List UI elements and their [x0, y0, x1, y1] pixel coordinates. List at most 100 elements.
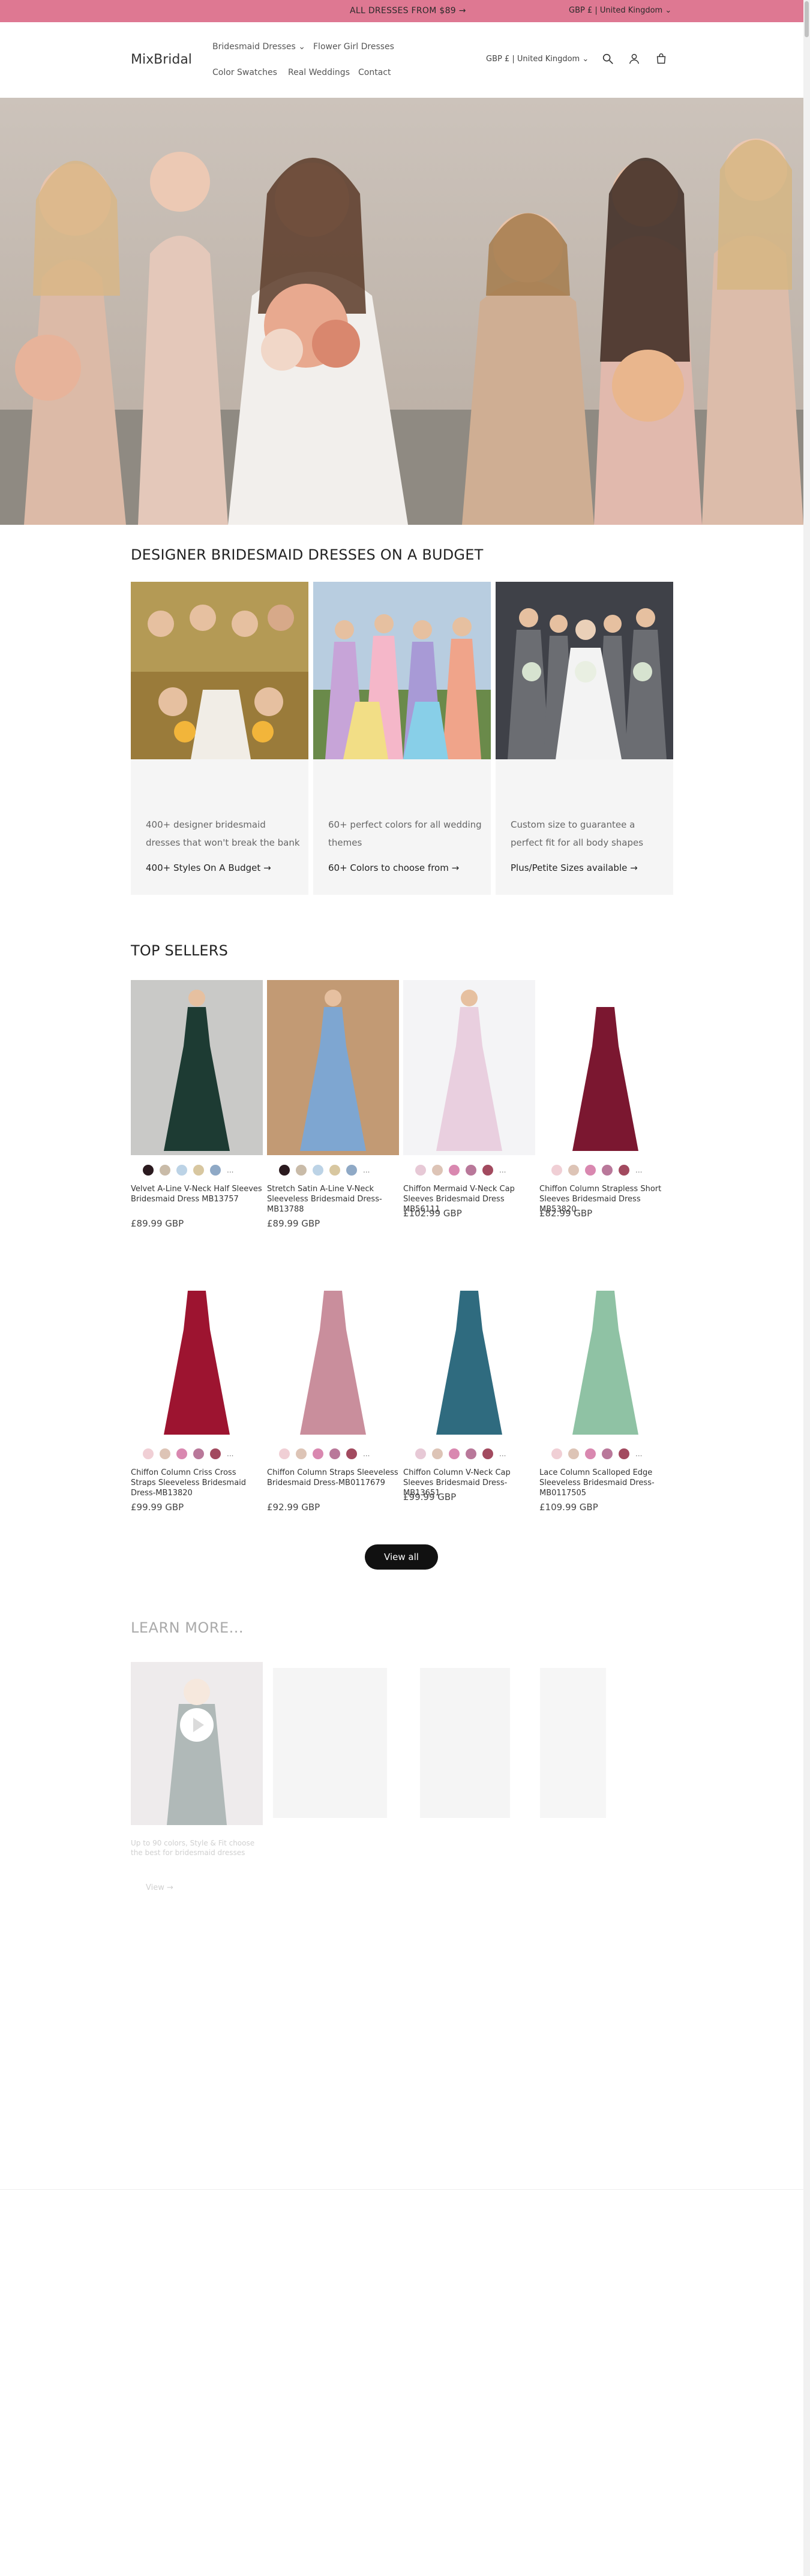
color-swatch[interactable]	[432, 1448, 443, 1459]
product-price: £89.99 GBP	[267, 1218, 320, 1229]
product-image[interactable]	[403, 1264, 535, 1439]
color-swatch[interactable]	[449, 1164, 460, 1176]
color-swatch[interactable]	[296, 1164, 307, 1176]
product-card[interactable]: ... Chiffon Column Straps Sleeveless Brid…	[267, 1264, 399, 1516]
announcement-link[interactable]: ALL DRESSES FROM $89 →	[350, 6, 466, 16]
product-image[interactable]	[539, 980, 671, 1155]
nav-bridesmaid-dresses[interactable]: Bridesmaid Dresses ⌄	[212, 42, 305, 52]
top-sellers-title: TOP SELLERS	[131, 942, 229, 959]
color-swatch[interactable]	[296, 1448, 307, 1459]
product-card[interactable]: ... Chiffon Column Strapless Short Sleeve…	[539, 980, 671, 1232]
color-swatch[interactable]	[466, 1448, 476, 1459]
product-card[interactable]: ... Chiffon Column Criss Cross Straps Sle…	[131, 1264, 263, 1516]
learn-more-video[interactable]	[131, 1662, 263, 1825]
color-swatch[interactable]	[210, 1448, 221, 1459]
budget-card-sizes[interactable]: Custom size to guarantee a perfect fit f…	[496, 582, 673, 895]
product-image[interactable]	[539, 1264, 671, 1439]
color-swatch[interactable]	[602, 1448, 613, 1459]
product-image[interactable]	[267, 1264, 399, 1439]
color-swatch[interactable]	[346, 1448, 357, 1459]
budget-card-colors[interactable]: 60+ perfect colors for all wedding theme…	[313, 582, 491, 895]
more-colors-indicator[interactable]: ...	[635, 1166, 642, 1174]
color-swatch[interactable]	[346, 1164, 357, 1176]
color-swatch[interactable]	[329, 1164, 340, 1176]
product-card[interactable]: ... Chiffon Mermaid V-Neck Cap Sleeves Br…	[403, 980, 535, 1232]
color-swatch[interactable]	[551, 1448, 562, 1459]
color-swatch[interactable]	[466, 1164, 476, 1176]
search-icon[interactable]	[601, 52, 614, 65]
color-swatch[interactable]	[482, 1448, 493, 1459]
color-swatch[interactable]	[313, 1164, 323, 1176]
color-swatch[interactable]	[602, 1164, 613, 1176]
product-image[interactable]	[131, 980, 263, 1155]
logo[interactable]: MixBridal	[131, 52, 192, 67]
account-icon[interactable]	[628, 52, 641, 65]
color-swatch[interactable]	[432, 1164, 443, 1176]
product-card[interactable]: ... Velvet A-Line V-Neck Half Sleeves Bri…	[131, 980, 263, 1232]
product-card[interactable]: ... Chiffon Column V-Neck Cap Sleeves Bri…	[403, 1264, 535, 1516]
product-card[interactable]: ... Stretch Satin A-Line V-Neck Sleeveles…	[267, 980, 399, 1232]
nav-flower-girl-dresses[interactable]: Flower Girl Dresses	[313, 42, 394, 52]
nav-real-weddings[interactable]: Real Weddings	[288, 68, 350, 77]
more-colors-indicator[interactable]: ...	[635, 1450, 642, 1458]
more-colors-indicator[interactable]: ...	[363, 1166, 370, 1174]
view-all-button[interactable]: View all	[365, 1544, 438, 1570]
color-swatch[interactable]	[568, 1164, 579, 1176]
learn-more-view-link[interactable]: View →	[146, 1883, 173, 1892]
region-selector[interactable]: GBP £ | United Kingdom ⌄	[569, 6, 671, 15]
color-swatch[interactable]	[143, 1448, 154, 1459]
learn-more-title: LEARN MORE...	[131, 1619, 244, 1636]
color-swatch[interactable]	[619, 1164, 629, 1176]
product-image[interactable]	[403, 980, 535, 1155]
cart-icon[interactable]	[655, 52, 668, 65]
color-swatch[interactable]	[160, 1164, 170, 1176]
color-swatch[interactable]	[329, 1448, 340, 1459]
budget-card-image	[313, 582, 491, 759]
color-swatch[interactable]	[313, 1448, 323, 1459]
page: ALL DRESSES FROM $89 → GBP £ | United Ki…	[0, 0, 810, 2576]
more-colors-indicator[interactable]: ...	[227, 1450, 233, 1458]
color-swatch[interactable]	[551, 1164, 562, 1176]
budget-card-styles[interactable]: 400+ designer bridesmaid dresses that wo…	[131, 582, 308, 895]
more-colors-indicator[interactable]: ...	[499, 1450, 506, 1458]
color-swatch[interactable]	[619, 1448, 629, 1459]
more-colors-indicator[interactable]: ...	[227, 1166, 233, 1174]
budget-card-link[interactable]: 60+ Colors to choose from →	[328, 862, 459, 873]
color-swatch[interactable]	[482, 1164, 493, 1176]
nav-color-swatches[interactable]: Color Swatches	[212, 68, 277, 77]
color-swatch[interactable]	[210, 1164, 221, 1176]
color-swatch[interactable]	[279, 1448, 290, 1459]
color-swatch[interactable]	[415, 1448, 426, 1459]
color-swatch[interactable]	[193, 1448, 204, 1459]
product-title[interactable]: Chiffon Column Straps Sleeveless Bridesm…	[267, 1468, 399, 1488]
budget-card-link[interactable]: Plus/Petite Sizes available →	[511, 862, 638, 873]
product-image[interactable]	[131, 1264, 263, 1439]
product-title[interactable]: Stretch Satin A-Line V-Neck Sleeveless B…	[267, 1184, 399, 1215]
nav-contact[interactable]: Contact	[358, 68, 391, 77]
color-swatch[interactable]	[415, 1164, 426, 1176]
color-swatch[interactable]	[143, 1164, 154, 1176]
budget-card-link[interactable]: 400+ Styles On A Budget →	[146, 862, 271, 873]
product-title[interactable]: Lace Column Scalloped Edge Sleeveless Br…	[539, 1468, 671, 1498]
currency-selector[interactable]: GBP £ | United Kingdom ⌄	[486, 55, 589, 64]
color-swatch[interactable]	[585, 1164, 596, 1176]
product-title[interactable]: Chiffon Column Criss Cross Straps Sleeve…	[131, 1468, 263, 1498]
product-image[interactable]	[267, 980, 399, 1155]
color-swatch[interactable]	[160, 1448, 170, 1459]
more-colors-indicator[interactable]: ...	[363, 1450, 370, 1458]
color-swatch[interactable]	[193, 1164, 204, 1176]
color-swatch[interactable]	[176, 1164, 187, 1176]
scrollbar-thumb[interactable]	[805, 1, 809, 37]
product-title[interactable]: Velvet A-Line V-Neck Half Sleeves Brides…	[131, 1184, 263, 1204]
color-swatch[interactable]	[585, 1448, 596, 1459]
product-price: £102.99 GBP	[403, 1208, 462, 1219]
play-icon[interactable]	[179, 1707, 215, 1743]
hero-banner-image	[0, 98, 803, 525]
color-swatch[interactable]	[449, 1448, 460, 1459]
color-swatch[interactable]	[279, 1164, 290, 1176]
product-card[interactable]: ... Lace Column Scalloped Edge Sleeveless…	[539, 1264, 671, 1516]
more-colors-indicator[interactable]: ...	[499, 1166, 506, 1174]
color-swatch[interactable]	[176, 1448, 187, 1459]
scrollbar[interactable]	[803, 0, 810, 2576]
color-swatch[interactable]	[568, 1448, 579, 1459]
